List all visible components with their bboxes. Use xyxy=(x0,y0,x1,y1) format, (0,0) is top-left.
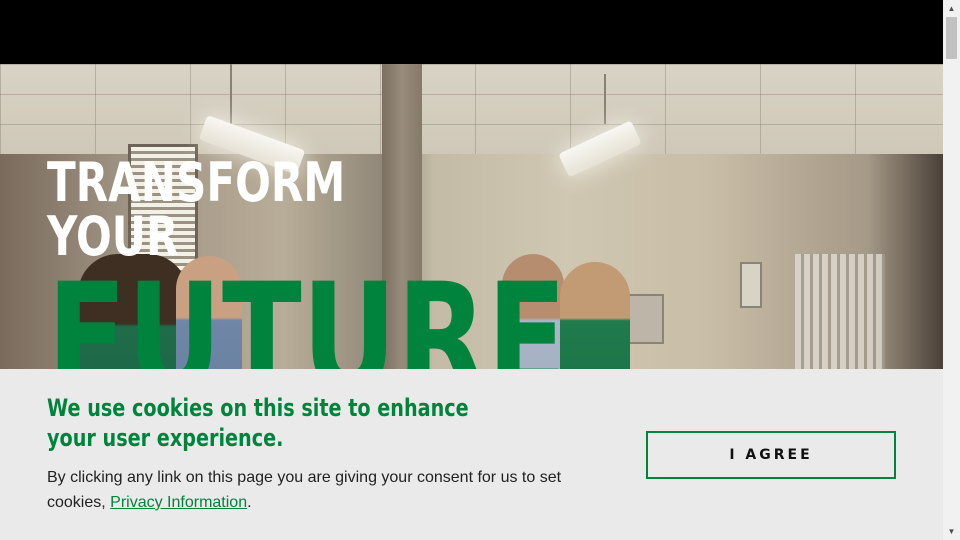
scrollbar-thumb[interactable] xyxy=(946,17,957,59)
top-navigation-bar xyxy=(0,0,943,64)
cookie-banner-body-end: . xyxy=(247,494,252,511)
chevron-up-icon[interactable]: ▲ xyxy=(943,0,960,17)
headline-line-1: TRANSFORM xyxy=(47,151,346,214)
i-agree-button[interactable]: I AGREE xyxy=(646,431,896,479)
hero-headline: TRANSFORM YOUR FUTURE xyxy=(47,151,567,415)
cookie-banner-title: We use cookies on this site to enhance y… xyxy=(47,394,469,452)
ceiling-grid xyxy=(0,64,943,154)
vertical-scrollbar[interactable]: ▲ ▼ xyxy=(943,0,960,540)
chevron-down-icon[interactable]: ▼ xyxy=(943,523,960,540)
cookie-consent-banner: We use cookies on this site to enhance y… xyxy=(0,369,943,540)
sanitizer-dispenser xyxy=(740,262,762,308)
cookie-banner-text: By clicking any link on this page you ar… xyxy=(47,465,587,515)
privacy-information-link[interactable]: Privacy Information xyxy=(110,494,247,511)
lamp-wire xyxy=(604,74,606,124)
lamp-wire xyxy=(230,64,232,124)
